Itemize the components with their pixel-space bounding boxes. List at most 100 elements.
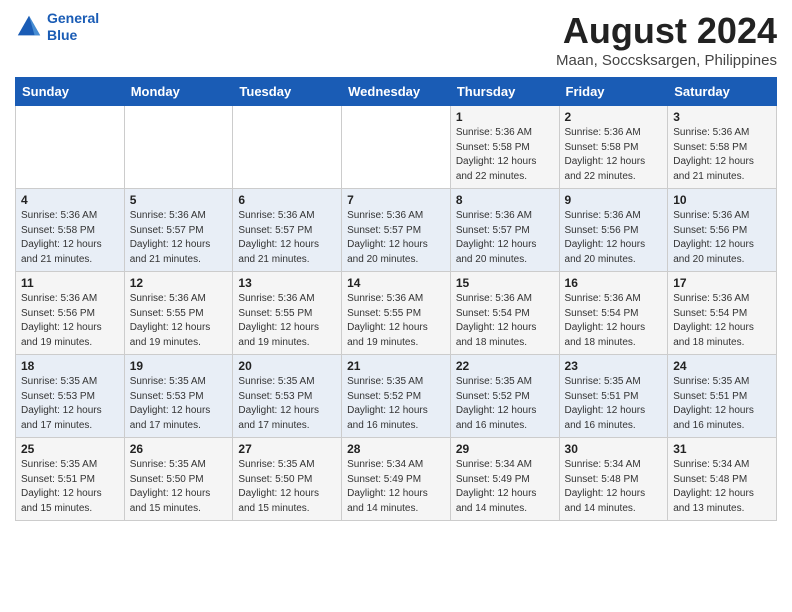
- day-info: Sunrise: 5:35 AM Sunset: 5:51 PM Dayligh…: [673, 375, 771, 433]
- day-info: Sunrise: 5:35 AM Sunset: 5:50 PM Dayligh…: [238, 458, 336, 516]
- calendar-cell: 29Sunrise: 5:34 AM Sunset: 5:49 PM Dayli…: [450, 438, 559, 521]
- calendar-cell: 10 Sunrise: 5:36 AM Sunset: 5:56 PM Dayli…: [668, 189, 777, 272]
- day-info: Sunrise: 5:36 AM Sunset: 5:58 PM Dayligh…: [565, 126, 663, 184]
- day-info: Sunrise: 5:34 AM Sunset: 5:48 PM Dayligh…: [673, 458, 771, 516]
- day-number: 8: [456, 193, 554, 207]
- day-number: 11: [21, 276, 119, 290]
- calendar-table: SundayMondayTuesdayWednesdayThursdayFrid…: [15, 77, 777, 521]
- calendar-cell: 7 Sunrise: 5:36 AM Sunset: 5:57 PM Daylig…: [342, 189, 451, 272]
- day-info: Sunrise: 5:36 AM Sunset: 5:58 PM Dayligh…: [456, 126, 554, 184]
- day-info: Sunrise: 5:36 AM Sunset: 5:58 PM Dayligh…: [673, 126, 771, 184]
- weekday-header-wednesday: Wednesday: [342, 78, 451, 106]
- day-info: Sunrise: 5:35 AM Sunset: 5:53 PM Dayligh…: [238, 375, 336, 433]
- day-number: 26: [130, 442, 228, 456]
- calendar-cell: 18 Sunrise: 5:35 AM Sunset: 5:53 PM Dayli…: [16, 355, 125, 438]
- day-number: 20: [238, 359, 336, 373]
- day-number: 23: [565, 359, 663, 373]
- calendar-cell: 5 Sunrise: 5:36 AM Sunset: 5:57 PM Daylig…: [124, 189, 233, 272]
- day-number: 19: [130, 359, 228, 373]
- weekday-header-saturday: Saturday: [668, 78, 777, 106]
- calendar-cell: 23 Sunrise: 5:35 AM Sunset: 5:51 PM Dayli…: [559, 355, 668, 438]
- calendar-cell: 14 Sunrise: 5:36 AM Sunset: 5:55 PM Dayli…: [342, 272, 451, 355]
- calendar-cell: 12Sunrise: 5:36 AM Sunset: 5:55 PM Dayli…: [124, 272, 233, 355]
- day-number: 21: [347, 359, 445, 373]
- location: Maan, Soccsksargen, Philippines: [556, 52, 777, 69]
- weekday-header-monday: Monday: [124, 78, 233, 106]
- day-number: 9: [565, 193, 663, 207]
- day-info: Sunrise: 5:34 AM Sunset: 5:49 PM Dayligh…: [456, 458, 554, 516]
- day-info: Sunrise: 5:34 AM Sunset: 5:48 PM Dayligh…: [565, 458, 663, 516]
- week-row-1: 1 Sunrise: 5:36 AM Sunset: 5:58 PM Daylig…: [16, 106, 777, 189]
- day-number: 1: [456, 110, 554, 124]
- day-number: 30: [565, 442, 663, 456]
- day-number: 14: [347, 276, 445, 290]
- day-number: 2: [565, 110, 663, 124]
- calendar-cell: 26 Sunrise: 5:35 AM Sunset: 5:50 PM Dayli…: [124, 438, 233, 521]
- day-info: Sunrise: 5:35 AM Sunset: 5:51 PM Dayligh…: [565, 375, 663, 433]
- calendar-cell: 13Sunrise: 5:36 AM Sunset: 5:55 PM Dayli…: [233, 272, 342, 355]
- month-title: August 2024: [556, 10, 777, 52]
- calendar-cell: 27 Sunrise: 5:35 AM Sunset: 5:50 PM Dayli…: [233, 438, 342, 521]
- day-number: 17: [673, 276, 771, 290]
- day-info: Sunrise: 5:35 AM Sunset: 5:51 PM Dayligh…: [21, 458, 119, 516]
- calendar-cell: 2 Sunrise: 5:36 AM Sunset: 5:58 PM Daylig…: [559, 106, 668, 189]
- calendar-cell: [233, 106, 342, 189]
- day-info: Sunrise: 5:36 AM Sunset: 5:56 PM Dayligh…: [21, 292, 119, 350]
- calendar-cell: 20 Sunrise: 5:35 AM Sunset: 5:53 PM Dayli…: [233, 355, 342, 438]
- day-info: Sunrise: 5:36 AM Sunset: 5:56 PM Dayligh…: [673, 209, 771, 267]
- calendar-cell: [16, 106, 125, 189]
- day-info: Sunrise: 5:35 AM Sunset: 5:52 PM Dayligh…: [456, 375, 554, 433]
- calendar-cell: [124, 106, 233, 189]
- day-number: 7: [347, 193, 445, 207]
- day-info: Sunrise: 5:36 AM Sunset: 5:54 PM Dayligh…: [673, 292, 771, 350]
- day-info: Sunrise: 5:36 AM Sunset: 5:55 PM Dayligh…: [347, 292, 445, 350]
- calendar-cell: 4Sunrise: 5:36 AM Sunset: 5:58 PM Daylig…: [16, 189, 125, 272]
- weekday-header-thursday: Thursday: [450, 78, 559, 106]
- weekday-header-row: SundayMondayTuesdayWednesdayThursdayFrid…: [16, 78, 777, 106]
- day-info: Sunrise: 5:36 AM Sunset: 5:56 PM Dayligh…: [565, 209, 663, 267]
- day-info: Sunrise: 5:36 AM Sunset: 5:58 PM Dayligh…: [21, 209, 119, 267]
- day-number: 15: [456, 276, 554, 290]
- day-info: Sunrise: 5:36 AM Sunset: 5:55 PM Dayligh…: [238, 292, 336, 350]
- day-number: 5: [130, 193, 228, 207]
- title-area: August 2024 Maan, Soccsksargen, Philippi…: [556, 10, 777, 69]
- day-info: Sunrise: 5:35 AM Sunset: 5:53 PM Dayligh…: [130, 375, 228, 433]
- day-info: Sunrise: 5:36 AM Sunset: 5:57 PM Dayligh…: [238, 209, 336, 267]
- day-number: 6: [238, 193, 336, 207]
- day-info: Sunrise: 5:34 AM Sunset: 5:49 PM Dayligh…: [347, 458, 445, 516]
- weekday-header-friday: Friday: [559, 78, 668, 106]
- day-number: 28: [347, 442, 445, 456]
- week-row-2: 4Sunrise: 5:36 AM Sunset: 5:58 PM Daylig…: [16, 189, 777, 272]
- day-number: 31: [673, 442, 771, 456]
- calendar-cell: 3 Sunrise: 5:36 AM Sunset: 5:58 PM Daylig…: [668, 106, 777, 189]
- day-number: 18: [21, 359, 119, 373]
- calendar-cell: 21 Sunrise: 5:35 AM Sunset: 5:52 PM Dayli…: [342, 355, 451, 438]
- calendar-cell: 11 Sunrise: 5:36 AM Sunset: 5:56 PM Dayli…: [16, 272, 125, 355]
- calendar-cell: 19 Sunrise: 5:35 AM Sunset: 5:53 PM Dayli…: [124, 355, 233, 438]
- calendar-cell: 31 Sunrise: 5:34 AM Sunset: 5:48 PM Dayli…: [668, 438, 777, 521]
- calendar-cell: 25 Sunrise: 5:35 AM Sunset: 5:51 PM Dayli…: [16, 438, 125, 521]
- calendar-cell: 17 Sunrise: 5:36 AM Sunset: 5:54 PM Dayli…: [668, 272, 777, 355]
- day-number: 10: [673, 193, 771, 207]
- calendar-cell: [342, 106, 451, 189]
- day-number: 25: [21, 442, 119, 456]
- week-row-3: 11 Sunrise: 5:36 AM Sunset: 5:56 PM Dayli…: [16, 272, 777, 355]
- calendar-cell: 1 Sunrise: 5:36 AM Sunset: 5:58 PM Daylig…: [450, 106, 559, 189]
- logo-text: General Blue: [47, 10, 99, 44]
- day-info: Sunrise: 5:36 AM Sunset: 5:57 PM Dayligh…: [130, 209, 228, 267]
- day-number: 16: [565, 276, 663, 290]
- week-row-5: 25 Sunrise: 5:35 AM Sunset: 5:51 PM Dayli…: [16, 438, 777, 521]
- calendar-cell: 30 Sunrise: 5:34 AM Sunset: 5:48 PM Dayli…: [559, 438, 668, 521]
- day-info: Sunrise: 5:35 AM Sunset: 5:52 PM Dayligh…: [347, 375, 445, 433]
- weekday-header-tuesday: Tuesday: [233, 78, 342, 106]
- weekday-header-sunday: Sunday: [16, 78, 125, 106]
- calendar-cell: 22Sunrise: 5:35 AM Sunset: 5:52 PM Dayli…: [450, 355, 559, 438]
- day-number: 27: [238, 442, 336, 456]
- logo-icon: [15, 13, 43, 41]
- day-number: 3: [673, 110, 771, 124]
- day-info: Sunrise: 5:35 AM Sunset: 5:50 PM Dayligh…: [130, 458, 228, 516]
- day-info: Sunrise: 5:36 AM Sunset: 5:57 PM Dayligh…: [347, 209, 445, 267]
- day-info: Sunrise: 5:35 AM Sunset: 5:53 PM Dayligh…: [21, 375, 119, 433]
- day-info: Sunrise: 5:36 AM Sunset: 5:57 PM Dayligh…: [456, 209, 554, 267]
- calendar-cell: 24Sunrise: 5:35 AM Sunset: 5:51 PM Dayli…: [668, 355, 777, 438]
